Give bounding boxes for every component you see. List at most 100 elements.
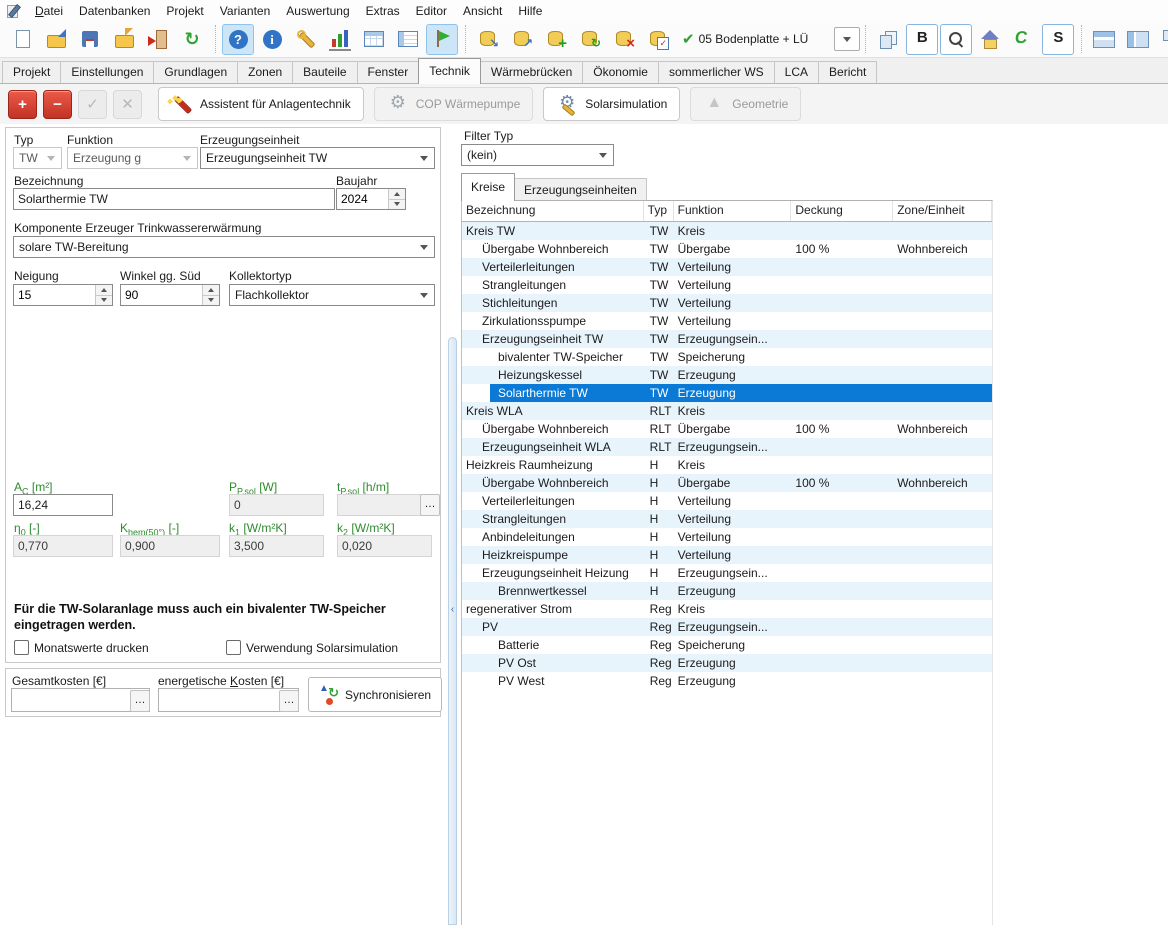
add-button[interactable]: + xyxy=(8,90,37,119)
magnifier-button[interactable] xyxy=(940,24,972,55)
db-refresh-button[interactable] xyxy=(574,24,606,55)
column-header-zone[interactable]: Zone/Einheit xyxy=(893,201,992,221)
table-row[interactable]: StrangleitungenTWVerteilung xyxy=(462,276,992,294)
menu-item-ansicht[interactable]: Ansicht xyxy=(455,1,510,21)
table-row[interactable]: Übergabe WohnbereichTWÜbergabe100 %Wohnb… xyxy=(462,240,992,258)
synchronisieren-button[interactable]: ▲↻ Synchronisieren xyxy=(308,677,442,712)
refresh-button[interactable] xyxy=(176,24,208,55)
table-row[interactable]: PV WestRegErzeugung xyxy=(462,672,992,690)
table-row[interactable]: HeizkreispumpeHVerteilung xyxy=(462,546,992,564)
tile-vertical-button[interactable] xyxy=(1122,24,1154,55)
spin-down-button[interactable] xyxy=(389,199,405,210)
tab-ökonomie[interactable]: Ökonomie xyxy=(582,61,659,83)
column-header-deckung[interactable]: Deckung xyxy=(791,201,893,221)
energetische-kosten-input[interactable] xyxy=(158,688,299,712)
list-button[interactable] xyxy=(392,24,424,55)
table-row[interactable]: BatterieRegSpeicherung xyxy=(462,636,992,654)
table-row[interactable]: Übergabe WohnbereichRLTÜbergabe100 %Wohn… xyxy=(462,420,992,438)
solarsimulation-checkbox[interactable]: Verwendung Solarsimulation xyxy=(226,640,398,655)
spin-up-button[interactable] xyxy=(389,189,405,199)
table-row[interactable]: ZirkulationsspumpeTWVerteilung xyxy=(462,312,992,330)
table-row[interactable]: VerteilerleitungenHVerteilung xyxy=(462,492,992,510)
kollektortyp-combo[interactable]: Flachkollektor xyxy=(229,284,435,306)
energy-button[interactable] xyxy=(1008,24,1040,55)
tab-fenster[interactable]: Fenster xyxy=(357,61,420,83)
winkel-stepper[interactable] xyxy=(120,284,220,306)
db-delete-button[interactable] xyxy=(608,24,640,55)
table-row[interactable]: StichleitungenTWVerteilung xyxy=(462,294,992,312)
table-row[interactable]: VerteilerleitungenTWVerteilung xyxy=(462,258,992,276)
ac-input[interactable] xyxy=(13,494,113,516)
spin-down-button[interactable] xyxy=(203,295,219,306)
erzeugungseinheit-combo[interactable]: Erzeugungseinheit TW xyxy=(200,147,435,169)
exit-button[interactable] xyxy=(142,24,174,55)
tab-einstellungen[interactable]: Einstellungen xyxy=(60,61,154,83)
panel-splitter[interactable]: ‹ xyxy=(448,337,457,925)
table-row[interactable]: PVRegErzeugungsein... xyxy=(462,618,992,636)
table-button[interactable] xyxy=(358,24,390,55)
menu-item-auswertung[interactable]: Auswertung xyxy=(278,1,357,21)
spin-down-button[interactable] xyxy=(96,295,112,306)
table-row[interactable]: HeizungskesselTWErzeugung xyxy=(462,366,992,384)
db-check-button[interactable] xyxy=(642,24,674,55)
wrench-button[interactable] xyxy=(290,24,322,55)
table-row[interactable]: Übergabe WohnbereichHÜbergabe100 %Wohnbe… xyxy=(462,474,992,492)
table-row[interactable]: Solarthermie TWTWErzeugung xyxy=(462,384,992,402)
menu-item-datenbanken[interactable]: Datenbanken xyxy=(71,1,158,21)
remove-button[interactable]: − xyxy=(43,90,72,119)
tab-bericht[interactable]: Bericht xyxy=(818,61,877,83)
filter-typ-combo[interactable]: (kein) xyxy=(461,144,614,166)
table-row[interactable]: Erzeugungseinheit TWTWErzeugungsein... xyxy=(462,330,992,348)
table-row[interactable]: PV OstRegErzeugung xyxy=(462,654,992,672)
table-row[interactable]: Kreis TWTWKreis xyxy=(462,222,992,240)
table-row[interactable]: Kreis WLARLTKreis xyxy=(462,402,992,420)
info-button[interactable] xyxy=(256,24,288,55)
db-import-button[interactable] xyxy=(472,24,504,55)
tab-lca[interactable]: LCA xyxy=(774,61,819,83)
bezeichnung-input[interactable] xyxy=(13,188,335,210)
save-button[interactable] xyxy=(74,24,106,55)
menu-item-hilfe[interactable]: Hilfe xyxy=(510,1,550,21)
table-row[interactable]: regenerativer StromRegKreis xyxy=(462,600,992,618)
letter-s-button[interactable] xyxy=(1042,24,1074,55)
column-header-funktion[interactable]: Funktion xyxy=(674,201,792,221)
table-row[interactable]: bivalenter TW-SpeicherTWSpeicherung xyxy=(462,348,992,366)
open-project-button[interactable] xyxy=(40,24,72,55)
assistent-für-anlagentechnik-button[interactable]: Assistent für Anlagentechnik xyxy=(158,87,364,121)
table-row[interactable]: Erzeugungseinheit WLARLTErzeugungsein... xyxy=(462,438,992,456)
typ-combo[interactable]: TW xyxy=(13,147,62,169)
menu-item-extras[interactable]: Extras xyxy=(358,1,408,21)
help-button[interactable] xyxy=(222,24,254,55)
tab-kreise[interactable]: Kreise xyxy=(461,173,515,201)
tab-sommerlicher-ws[interactable]: sommerlicher WS xyxy=(658,61,775,83)
funktion-combo[interactable]: Erzeugung g xyxy=(67,147,198,169)
neigung-stepper[interactable] xyxy=(13,284,113,306)
export-project-button[interactable] xyxy=(108,24,140,55)
db-add-button[interactable] xyxy=(540,24,572,55)
column-header-bezeichnung[interactable]: Bezeichnung xyxy=(462,201,644,221)
spin-up-button[interactable] xyxy=(203,285,219,295)
tab-erzeugungseinheiten[interactable]: Erzeugungseinheiten xyxy=(514,178,647,201)
db-export-button[interactable] xyxy=(506,24,538,55)
tab-technik[interactable]: Technik xyxy=(418,58,481,84)
tab-wärmebrücken[interactable]: Wärmebrücken xyxy=(480,61,583,83)
variant-dropdown-button[interactable] xyxy=(834,27,860,51)
copy-button[interactable] xyxy=(872,24,904,55)
tab-projekt[interactable]: Projekt xyxy=(2,61,61,83)
collapse-left-icon[interactable]: ‹ xyxy=(449,604,456,615)
table-row[interactable]: BrennwertkesselHErzeugung xyxy=(462,582,992,600)
chart-button[interactable] xyxy=(324,24,356,55)
table-row[interactable]: StrangleitungenHVerteilung xyxy=(462,510,992,528)
menu-item-datei[interactable]: Datei xyxy=(27,1,71,21)
energetische-kosten-ellipsis-button[interactable]: … xyxy=(279,690,299,712)
table-row[interactable]: Heizkreis RaumheizungHKreis xyxy=(462,456,992,474)
menu-item-editor[interactable]: Editor xyxy=(408,1,455,21)
menu-item-varianten[interactable]: Varianten xyxy=(212,1,278,21)
baujahr-stepper[interactable] xyxy=(336,188,406,210)
komponente-combo[interactable]: solare TW-Bereitung xyxy=(13,236,435,258)
tab-zonen[interactable]: Zonen xyxy=(237,61,293,83)
tab-bauteile[interactable]: Bauteile xyxy=(292,61,357,83)
tab-grundlagen[interactable]: Grundlagen xyxy=(153,61,238,83)
gesamtkosten-ellipsis-button[interactable]: … xyxy=(130,690,150,712)
table-row[interactable]: Erzeugungseinheit HeizungHErzeugungsein.… xyxy=(462,564,992,582)
